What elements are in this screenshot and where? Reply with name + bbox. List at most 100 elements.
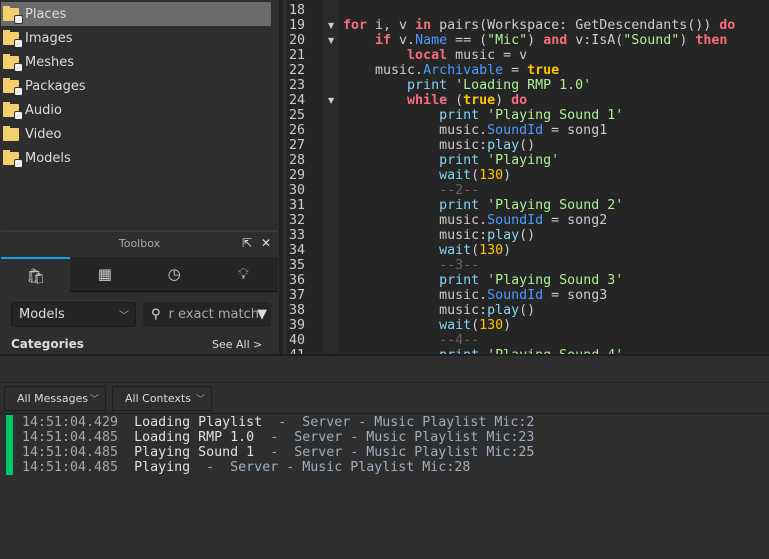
images-folder-icon — [3, 29, 23, 48]
code-token: in — [415, 18, 432, 33]
code-token: print — [439, 153, 480, 168]
filter-label: All Messages — [17, 392, 89, 405]
explorer-item[interactable]: Models — [1, 146, 271, 170]
output-toolbar — [0, 356, 769, 383]
code-token: ( — [471, 168, 480, 183]
chevron-down-icon: ﹀ — [89, 395, 99, 405]
explorer-item[interactable]: Images — [1, 26, 271, 50]
code-token: 'Loading RMP 1.0' — [455, 78, 592, 93]
code-line: print 'Loading RMP 1.0' — [343, 78, 591, 93]
code-line: music:play() — [343, 303, 535, 318]
tab-inventory[interactable]: ▦ — [70, 257, 140, 292]
category-dropdown[interactable]: Models ﹀ — [11, 302, 136, 327]
code-line: wait(130) — [343, 168, 511, 183]
code-line: music.Archivable = true — [343, 63, 559, 78]
code-token: and — [543, 33, 568, 48]
code-line: --3-- — [343, 258, 479, 273]
code-token: --3-- — [439, 258, 480, 273]
video-folder-icon — [3, 125, 19, 141]
log-msg: Loading Playlist — [134, 415, 263, 430]
code-line: while (true) do — [343, 93, 527, 108]
code-token: music: — [343, 138, 488, 153]
tab-creations[interactable]: 💡︎ — [208, 257, 278, 292]
code-token: wait — [439, 318, 472, 333]
code-token: ( — [471, 318, 480, 333]
fold-arrow-icon[interactable]: ▼ — [328, 93, 334, 108]
code-line: music.SoundId = song1 — [343, 123, 607, 138]
line-number: 22 — [289, 63, 306, 78]
explorer-item[interactable]: Packages — [1, 74, 271, 98]
code-token: Name — [415, 33, 448, 48]
code-token: print — [439, 273, 480, 288]
filter-label: All Contexts — [125, 392, 191, 405]
line-number: 26 — [289, 123, 306, 138]
code-token: SoundId — [487, 123, 544, 138]
see-all-link[interactable]: See All > — [212, 338, 262, 351]
fold-arrow-icon[interactable]: ▼ — [328, 33, 334, 48]
models-folder-icon — [3, 149, 23, 168]
code-token: = song2 — [543, 213, 608, 228]
code-token: local — [407, 48, 448, 63]
message-filter-dropdown[interactable]: All Messages ﹀ — [4, 386, 106, 411]
line-number: 39 — [289, 318, 306, 333]
log-entry[interactable]: 14:51:04.429 Loading Playlist - Server -… — [22, 415, 534, 430]
line-number: 34 — [289, 243, 306, 258]
code-line: music.SoundId = song2 — [343, 213, 607, 228]
code-token: v:IsA( — [567, 33, 624, 48]
line-number: 28 — [289, 153, 306, 168]
code-token: music. — [343, 288, 488, 303]
line-number: 38 — [289, 303, 306, 318]
line-number: 21 — [289, 48, 306, 63]
code-line: print 'Playing' — [343, 153, 559, 168]
script-editor[interactable]: 18 19 ▼ for i, v in pairs(Workspace: GetDes… — [283, 0, 769, 355]
code-token: Archivable — [423, 63, 504, 78]
log-entry[interactable]: 14:51:04.485 Loading RMP 1.0 - Server - … — [22, 430, 534, 445]
code-token: 130 — [479, 168, 504, 183]
explorer-item[interactable]: Video — [1, 122, 271, 146]
tab-recent[interactable]: ◷ — [139, 257, 209, 292]
log-msg: Playing Sound 1 — [134, 445, 255, 460]
filter-icon[interactable]: ▼ — [257, 307, 267, 322]
code-token: 'Playing' — [487, 153, 560, 168]
lightbulb-icon: 💡︎ — [238, 265, 249, 283]
dock-icon[interactable]: ⇱ — [242, 236, 252, 250]
packages-folder-icon — [3, 77, 23, 96]
search-text: r exact match — [168, 307, 259, 322]
explorer-item[interactable]: Meshes — [1, 50, 271, 74]
line-number: 35 — [289, 258, 306, 273]
code-token: true — [527, 63, 560, 78]
code-line: --4-- — [343, 333, 479, 348]
search-input[interactable]: ⚲ r exact match ▼ — [143, 302, 271, 327]
code-line: music:play() — [343, 228, 535, 243]
line-number: 18 — [289, 3, 306, 18]
explorer-item-label: Packages — [25, 78, 86, 94]
explorer-item[interactable]: Places — [1, 2, 271, 26]
output-log[interactable]: 14:51:04.429 Loading Playlist - Server -… — [0, 413, 769, 559]
toolbox-panel: Toolbox ⇱ ✕ 🛍︎ ▦ ◷ 💡︎ Models ﹀ ⚲ r exact m… — [1, 230, 278, 355]
tab-marketplace[interactable]: 🛍︎ — [1, 257, 71, 292]
close-icon[interactable]: ✕ — [261, 236, 271, 250]
fold-gutter — [323, 0, 339, 355]
log-entry[interactable]: 14:51:04.485 Playing - Server - Music Pl… — [22, 460, 470, 475]
fold-arrow-icon[interactable]: ▼ — [328, 18, 334, 33]
log-entry[interactable]: 14:51:04.485 Playing Sound 1 - Server - … — [22, 445, 534, 460]
explorer-item-label: Places — [25, 6, 67, 22]
categories-heading: Categories — [11, 337, 84, 351]
context-filter-dropdown[interactable]: All Contexts ﹀ — [112, 386, 212, 411]
code-token: "Mic" — [487, 33, 528, 48]
line-number: 36 — [289, 273, 306, 288]
code-token: music = v — [447, 48, 528, 63]
explorer-item[interactable]: Audio — [1, 98, 271, 122]
code-token: 'Playing Sound 1' — [487, 108, 624, 123]
code-token: --2-- — [439, 183, 480, 198]
